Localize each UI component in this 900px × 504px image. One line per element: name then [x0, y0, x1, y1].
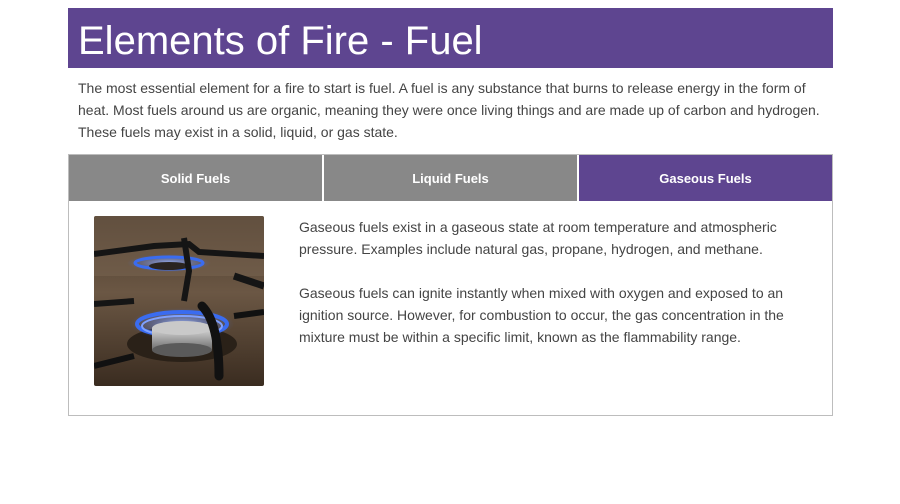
tab-solid-fuels[interactable]: Solid Fuels — [69, 155, 322, 201]
intro-paragraph: The most essential element for a fire to… — [78, 80, 820, 140]
tab-gaseous-fuels[interactable]: Gaseous Fuels — [577, 155, 832, 201]
page-title: Elements of Fire - Fuel — [78, 19, 483, 63]
fuel-tabs: Solid Fuels Liquid Fuels Gaseous Fuels G… — [68, 154, 833, 416]
title-banner: Elements of Fire - Fuel — [68, 8, 833, 68]
page-container: Elements of Fire - Fuel The most essenti… — [68, 8, 833, 416]
panel-paragraph: Gaseous fuels exist in a gaseous state a… — [299, 219, 777, 257]
tab-liquid-fuels[interactable]: Liquid Fuels — [322, 155, 577, 201]
panel-paragraph: Gaseous fuels can ignite instantly when … — [299, 285, 784, 345]
tab-panel-text: Gaseous fuels exist in a gaseous state a… — [299, 216, 809, 370]
gas-burner-image — [94, 216, 264, 386]
tab-bar: Solid Fuels Liquid Fuels Gaseous Fuels — [69, 155, 832, 201]
